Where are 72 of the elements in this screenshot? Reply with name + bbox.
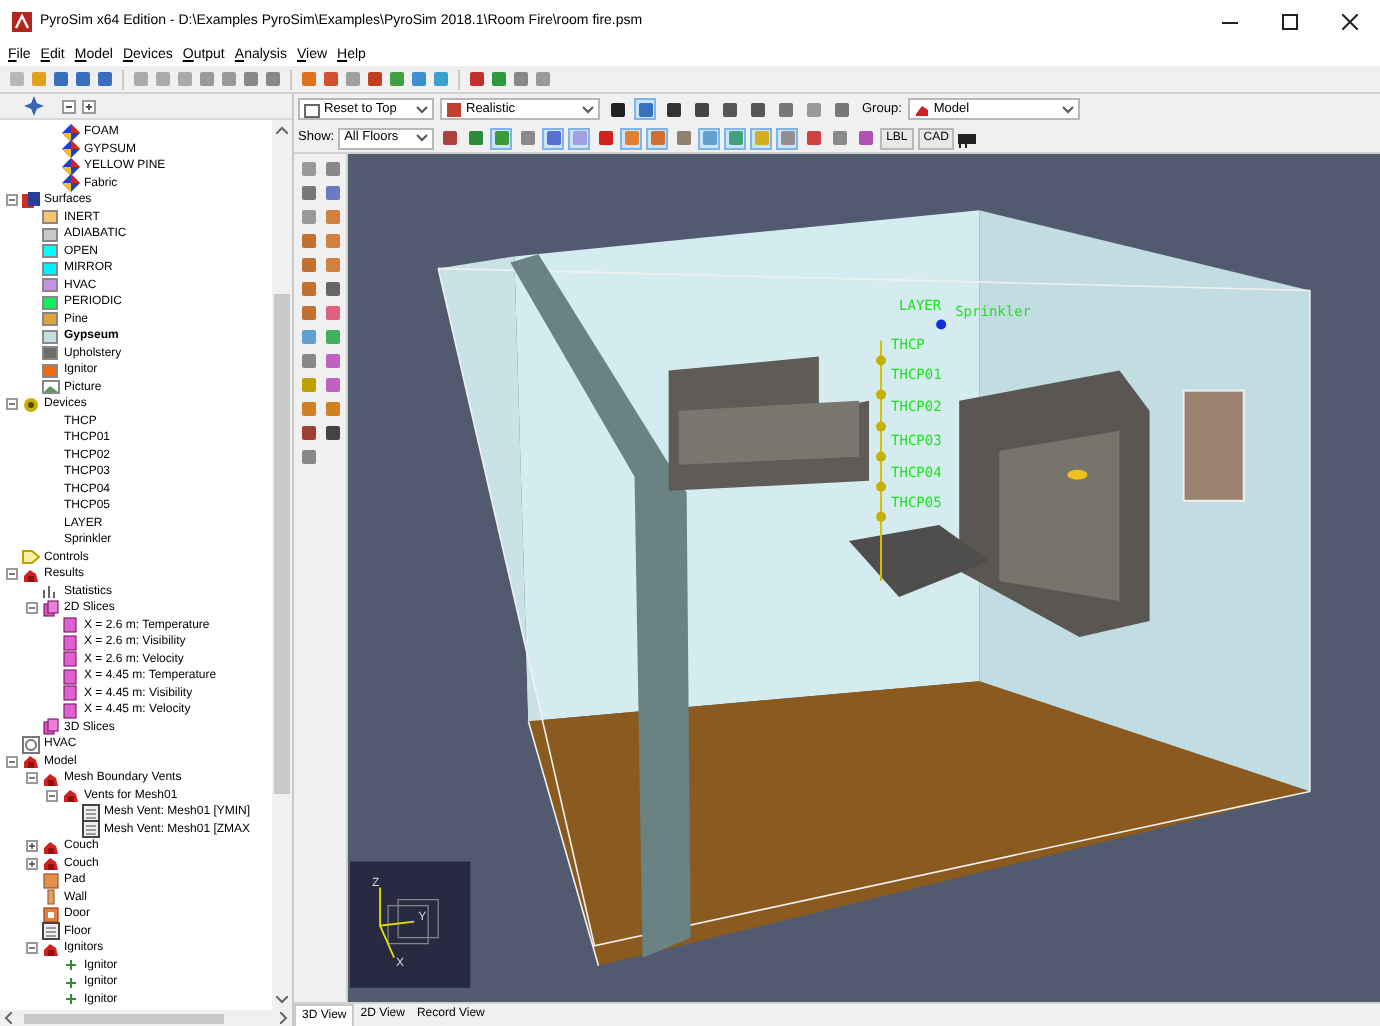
block-stack-icon	[42, 854, 60, 873]
collapse-all-icon[interactable]	[62, 99, 76, 113]
block-stack-icon	[42, 939, 60, 958]
diamond-icon	[62, 174, 80, 193]
scroll-up-icon[interactable]	[276, 126, 288, 134]
app-icon	[12, 12, 32, 32]
wall-icon	[42, 888, 60, 907]
block-stack-icon	[42, 837, 60, 856]
collapse-icon[interactable]	[46, 789, 58, 802]
diamond-icon	[62, 140, 80, 159]
plus-icon	[62, 956, 80, 975]
scrollbar-thumb[interactable]	[274, 294, 290, 794]
render-icon	[446, 101, 462, 117]
collapse-icon[interactable]	[6, 755, 18, 768]
block-stack-icon	[62, 786, 80, 805]
toolbar-button[interactable]	[746, 98, 768, 120]
minimize-icon	[1222, 21, 1238, 23]
camera-icon[interactable]	[958, 129, 977, 147]
group-icon	[913, 101, 930, 117]
collapse-icon[interactable]	[6, 398, 18, 411]
close-icon	[1342, 14, 1358, 30]
collapse-icon[interactable]	[6, 568, 18, 581]
camera-view-icon	[304, 101, 320, 117]
block-stack-icon	[22, 565, 40, 584]
expand-icon[interactable]	[26, 840, 38, 853]
maximize-icon	[1282, 14, 1298, 30]
collapse-icon[interactable]	[26, 942, 38, 955]
caret-icon	[416, 105, 428, 113]
navigation-icon[interactable]	[24, 96, 44, 116]
vent-icon	[42, 922, 60, 941]
caret-icon	[416, 134, 429, 142]
toolbar-button[interactable]	[718, 98, 740, 120]
tag-icon	[22, 548, 40, 567]
caret-icon	[1061, 105, 1074, 113]
expand-all-icon[interactable]	[82, 99, 96, 113]
photo-placeholder	[1182, 389, 1245, 502]
block-stack-icon	[22, 752, 40, 771]
scroll-right-icon[interactable]	[280, 1012, 288, 1024]
table	[848, 524, 990, 598]
vent-icon	[82, 803, 100, 822]
slices-icon	[42, 599, 60, 618]
fan-icon	[22, 735, 40, 754]
collapse-icon[interactable]	[26, 772, 38, 785]
gear-icon	[22, 395, 40, 414]
collapse-icon[interactable]	[26, 602, 38, 615]
diamond-icon	[62, 123, 80, 142]
block-stack-icon	[42, 769, 60, 788]
caret-icon	[582, 105, 594, 113]
chart-icon	[42, 582, 60, 601]
scroll-down-icon[interactable]	[276, 996, 288, 1004]
axis-widget	[350, 861, 471, 988]
axis-gizmo-drawing	[379, 886, 439, 959]
collapse-icon[interactable]	[6, 194, 18, 207]
toolbar-button[interactable]	[690, 98, 712, 120]
diamond-icon	[62, 157, 80, 176]
picture-icon	[42, 378, 60, 397]
plus-icon	[62, 973, 80, 992]
surfaces-icon	[22, 191, 40, 210]
horizontal-scrollbar[interactable]	[0, 1010, 292, 1026]
slices-icon	[42, 718, 60, 737]
toolbar-button[interactable]	[662, 98, 684, 120]
ignitor-marker	[1067, 469, 1088, 480]
scrollbar-thumb[interactable]	[24, 1013, 224, 1023]
vent-icon	[82, 820, 100, 839]
block-icon	[42, 871, 60, 890]
scroll-left-icon[interactable]	[4, 1012, 12, 1024]
toolbar-button[interactable]	[606, 98, 628, 120]
scrollbar[interactable]	[272, 120, 292, 1010]
plus-icon	[62, 990, 80, 1009]
expand-icon[interactable]	[26, 857, 38, 870]
door-icon	[42, 905, 60, 924]
sprinkler-marker	[936, 319, 947, 330]
